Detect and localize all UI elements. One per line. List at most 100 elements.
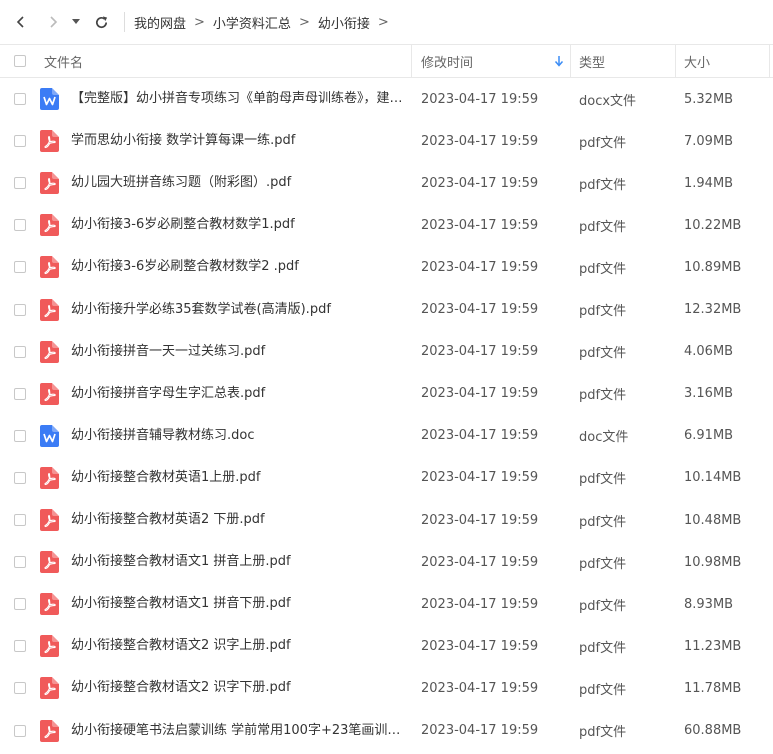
pdf-file-icon: [40, 509, 59, 531]
breadcrumb: 我的网盘 > 小学资料汇总 > 幼小衔接 >: [134, 0, 397, 44]
row-checkbox[interactable]: [14, 541, 26, 583]
breadcrumb-item-folder[interactable]: 小学资料汇总: [213, 13, 291, 32]
sort-descending-icon[interactable]: [554, 45, 564, 77]
file-size: 10.22MB: [684, 217, 742, 233]
file-type: pdf文件: [579, 177, 627, 193]
file-type: pdf文件: [579, 556, 627, 572]
checkbox-box: [14, 177, 26, 190]
column-header-type[interactable]: 类型: [579, 45, 605, 77]
table-row[interactable]: 幼小衔接整合教材英语1上册.pdf 2023-04-17 19:59 pdf文件…: [0, 457, 773, 499]
row-checkbox[interactable]: [14, 625, 26, 667]
file-modified-time: 2023-04-17 19:59: [421, 428, 539, 444]
file-size: 10.48MB: [684, 512, 742, 528]
table-row[interactable]: 幼小衔接整合教材英语2 下册.pdf 2023-04-17 19:59 pdf文…: [0, 499, 773, 541]
file-size: 7.09MB: [684, 133, 734, 149]
table-row[interactable]: 幼儿园大班拼音练习题（附彩图）.pdf 2023-04-17 19:59 pdf…: [0, 162, 773, 204]
file-type: docx文件: [579, 93, 637, 109]
file-name[interactable]: 幼小衔接升学必练35套数学试卷(高清版).pdf: [71, 289, 403, 331]
breadcrumb-item-current[interactable]: 幼小衔接: [318, 13, 370, 32]
pdf-file-icon: [40, 382, 59, 405]
table-row[interactable]: 幼小衔接升学必练35套数学试卷(高清版).pdf 2023-04-17 19:5…: [0, 289, 773, 331]
file-name[interactable]: 幼小衔接拼音一天一过关练习.pdf: [71, 331, 403, 373]
forward-button[interactable]: [42, 11, 64, 33]
file-name[interactable]: 幼小衔接整合教材英语1上册.pdf: [71, 457, 403, 499]
table-row[interactable]: 幼小衔接硬笔书法启蒙训练 学前常用100字+23笔画训练… 2023-04-17…: [0, 710, 773, 752]
row-checkbox[interactable]: [14, 120, 26, 162]
file-size: 60.88MB: [684, 723, 742, 738]
file-type: pdf文件: [579, 135, 627, 151]
breadcrumb-item-root[interactable]: 我的网盘: [134, 13, 186, 32]
pdf-file-icon: [40, 677, 59, 700]
row-checkbox[interactable]: [14, 710, 26, 752]
top-navigation-bar: 我的网盘 > 小学资料汇总 > 幼小衔接 >: [0, 0, 773, 44]
column-header-name[interactable]: 文件名: [44, 45, 83, 77]
row-checkbox[interactable]: [14, 289, 26, 331]
row-checkbox[interactable]: [14, 204, 26, 246]
row-checkbox[interactable]: [14, 246, 26, 288]
table-row[interactable]: 幼小衔接整合教材语文2 识字下册.pdf 2023-04-17 19:59 pd…: [0, 667, 773, 709]
file-name[interactable]: 幼小衔接拼音字母生字汇总表.pdf: [71, 373, 403, 415]
file-name[interactable]: 幼小衔接整合教材语文2 识字下册.pdf: [71, 667, 403, 709]
row-checkbox[interactable]: [14, 331, 26, 373]
file-size: 4.06MB: [684, 344, 734, 360]
file-size: 5.32MB: [684, 91, 734, 107]
caret-down-icon: [72, 19, 80, 24]
toolbar-divider: [124, 12, 125, 32]
column-divider: [675, 45, 676, 77]
table-row[interactable]: 幼小衔接3-6岁必刷整合教材数学2 .pdf 2023-04-17 19:59 …: [0, 246, 773, 288]
history-dropdown-button[interactable]: [68, 11, 84, 33]
file-name[interactable]: 幼小衔接整合教材语文2 识字上册.pdf: [71, 625, 403, 667]
file-size: 10.98MB: [684, 554, 742, 570]
checkbox-box: [14, 429, 26, 442]
chevron-left-icon: [16, 16, 24, 28]
pdf-file-icon: [40, 130, 59, 153]
file-name[interactable]: 幼小衔接整合教材语文1 拼音上册.pdf: [71, 541, 403, 583]
column-header-size[interactable]: 大小: [684, 45, 710, 77]
pdf-file-icon: [40, 593, 59, 616]
back-button[interactable]: [10, 11, 32, 33]
pdf-file-icon: [40, 635, 59, 658]
file-name[interactable]: 幼小衔接整合教材英语2 下册.pdf: [71, 499, 403, 541]
table-row[interactable]: 幼小衔接整合教材语文1 拼音上册.pdf 2023-04-17 19:59 pd…: [0, 541, 773, 583]
column-header-modified[interactable]: 修改时间: [421, 45, 473, 77]
breadcrumb-separator: >: [194, 14, 205, 30]
breadcrumb-separator: >: [377, 14, 389, 30]
table-row[interactable]: 幼小衔接整合教材语文2 识字上册.pdf 2023-04-17 19:59 pd…: [0, 625, 773, 667]
table-row[interactable]: 幼小衔接拼音字母生字汇总表.pdf 2023-04-17 19:59 pdf文件…: [0, 373, 773, 415]
row-checkbox[interactable]: [14, 162, 26, 204]
file-type: pdf文件: [579, 640, 627, 656]
file-size: 10.89MB: [684, 259, 742, 275]
row-checkbox[interactable]: [14, 373, 26, 415]
row-checkbox[interactable]: [14, 667, 26, 709]
file-name[interactable]: 幼小衔接整合教材语文1 拼音下册.pdf: [71, 583, 403, 625]
file-name[interactable]: 【完整版】幼小拼音专项练习《单韵母声母训练卷》，建…: [71, 78, 403, 120]
word-file-icon: [40, 88, 59, 110]
table-row[interactable]: 幼小衔接拼音辅导教材练习.doc 2023-04-17 19:59 doc文件 …: [0, 415, 773, 457]
table-row[interactable]: 幼小衔接3-6岁必刷整合教材数学1.pdf 2023-04-17 19:59 p…: [0, 204, 773, 246]
checkbox-box: [14, 135, 26, 148]
row-checkbox[interactable]: [14, 583, 26, 625]
row-checkbox[interactable]: [14, 415, 26, 457]
checkbox-box: [14, 219, 26, 232]
row-checkbox[interactable]: [14, 457, 26, 499]
file-type: pdf文件: [579, 598, 627, 614]
table-row[interactable]: 幼小衔接拼音一天一过关练习.pdf 2023-04-17 19:59 pdf文件…: [0, 331, 773, 373]
file-type: pdf文件: [579, 472, 627, 488]
pdf-file-icon: [40, 340, 59, 363]
table-row[interactable]: 幼小衔接整合教材语文1 拼音下册.pdf 2023-04-17 19:59 pd…: [0, 583, 773, 625]
select-all-checkbox[interactable]: [14, 45, 26, 77]
refresh-button[interactable]: [90, 11, 112, 33]
row-checkbox[interactable]: [14, 499, 26, 541]
file-name[interactable]: 幼小衔接3-6岁必刷整合教材数学1.pdf: [71, 204, 403, 246]
row-checkbox[interactable]: [14, 78, 26, 120]
file-name[interactable]: 幼小衔接拼音辅导教材练习.doc: [71, 415, 403, 457]
file-name[interactable]: 幼小衔接3-6岁必刷整合教材数学2 .pdf: [71, 246, 403, 288]
table-row[interactable]: 【完整版】幼小拼音专项练习《单韵母声母训练卷》，建… 2023-04-17 19…: [0, 78, 773, 120]
table-row[interactable]: 学而思幼小衔接 数学计算每课一练.pdf 2023-04-17 19:59 pd…: [0, 120, 773, 162]
file-name[interactable]: 幼儿园大班拼音练习题（附彩图）.pdf: [71, 162, 403, 204]
pdf-file-icon: [40, 214, 59, 237]
file-name[interactable]: 学而思幼小衔接 数学计算每课一练.pdf: [71, 120, 403, 162]
file-name[interactable]: 幼小衔接硬笔书法启蒙训练 学前常用100字+23笔画训练…: [71, 710, 403, 752]
file-type: doc文件: [579, 430, 629, 446]
file-type: pdf文件: [579, 304, 627, 319]
